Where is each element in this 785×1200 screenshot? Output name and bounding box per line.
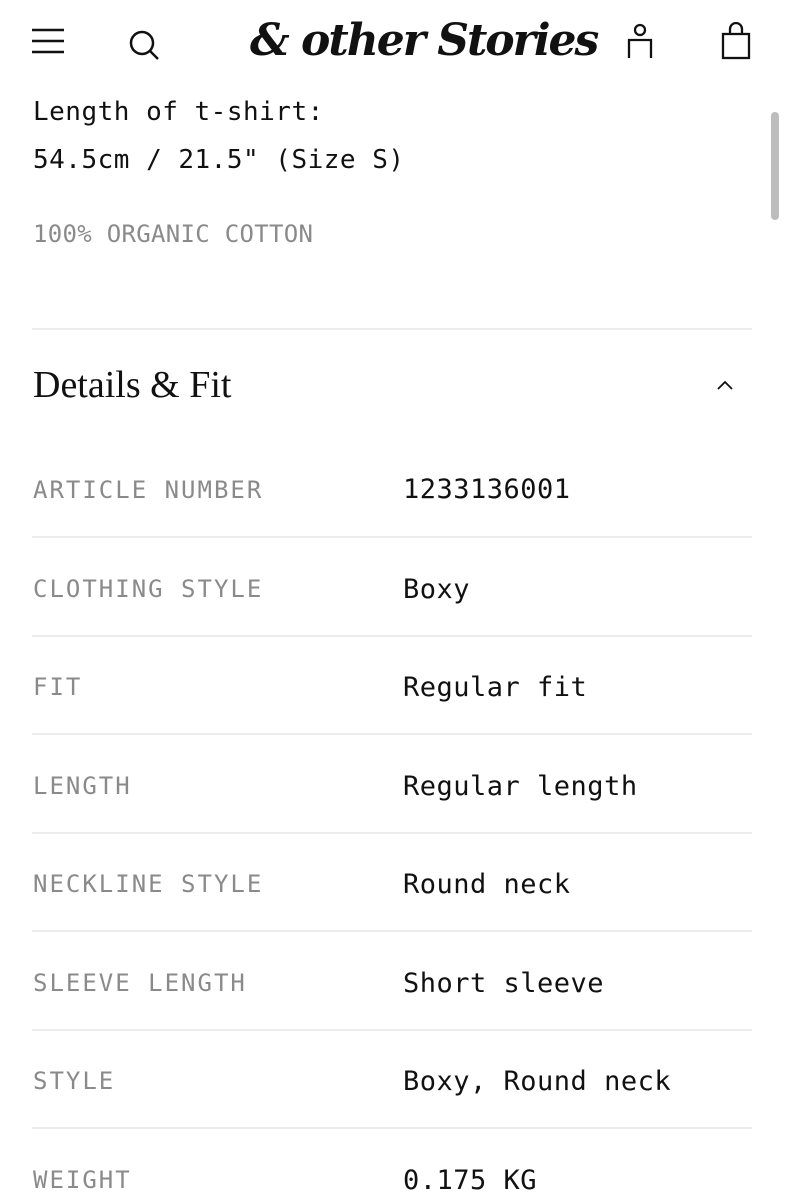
site-header: & other Stories	[0, 0, 785, 86]
detail-row: STYLE Boxy, Round neck	[32, 1063, 752, 1161]
detail-value: 1233136001	[403, 474, 571, 505]
detail-value: Regular length	[403, 771, 638, 802]
material-composition: 100% ORGANIC COTTON	[33, 220, 314, 248]
row-divider	[32, 733, 752, 735]
detail-label: NECKLINE STYLE	[33, 870, 264, 898]
search-icon[interactable]	[126, 27, 162, 63]
detail-row: FIT Regular fit	[32, 669, 752, 767]
row-divider	[32, 832, 752, 834]
product-description: Length of t-shirt: 54.5cm / 21.5" (Size …	[33, 88, 753, 184]
detail-row: ARTICLE NUMBER 1233136001	[32, 472, 752, 570]
row-divider	[32, 1029, 752, 1031]
detail-label: STYLE	[33, 1067, 116, 1095]
detail-value: Boxy, Round neck	[403, 1066, 672, 1097]
brand-logo[interactable]: & other Stories	[250, 6, 599, 76]
length-label: Length of t-shirt:	[33, 97, 324, 127]
detail-label: ARTICLE NUMBER	[33, 476, 264, 504]
length-value: 54.5cm / 21.5" (Size S)	[33, 145, 405, 175]
detail-row: WEIGHT 0.175 KG	[32, 1162, 752, 1200]
detail-label: CLOTHING STYLE	[33, 575, 264, 603]
detail-value: 0.175 KG	[403, 1165, 538, 1196]
detail-label: WEIGHT	[33, 1166, 132, 1194]
menu-icon[interactable]	[30, 27, 66, 55]
details-fit-toggle[interactable]: Details & Fit	[32, 348, 752, 428]
scrollbar[interactable]	[771, 112, 779, 220]
row-divider	[32, 930, 752, 932]
detail-row: CLOTHING STYLE Boxy	[32, 571, 752, 669]
detail-row: SLEEVE LENGTH Short sleeve	[32, 965, 752, 1063]
detail-value: Round neck	[403, 869, 571, 900]
row-divider	[32, 1127, 752, 1129]
row-divider	[32, 536, 752, 538]
row-divider	[32, 635, 752, 637]
shopping-bag-icon[interactable]	[718, 21, 754, 62]
detail-value: Boxy	[403, 574, 471, 605]
detail-row: NECKLINE STYLE Round neck	[32, 866, 752, 964]
detail-value: Short sleeve	[403, 968, 605, 999]
detail-value: Regular fit	[403, 672, 588, 703]
detail-label: LENGTH	[33, 772, 132, 800]
section-title: Details & Fit	[33, 364, 232, 406]
detail-row: LENGTH Regular length	[32, 768, 752, 866]
detail-label: SLEEVE LENGTH	[33, 969, 247, 997]
section-divider	[32, 328, 752, 330]
detail-label: FIT	[33, 673, 83, 701]
chevron-up-icon[interactable]	[714, 374, 736, 396]
account-icon[interactable]	[622, 22, 658, 62]
